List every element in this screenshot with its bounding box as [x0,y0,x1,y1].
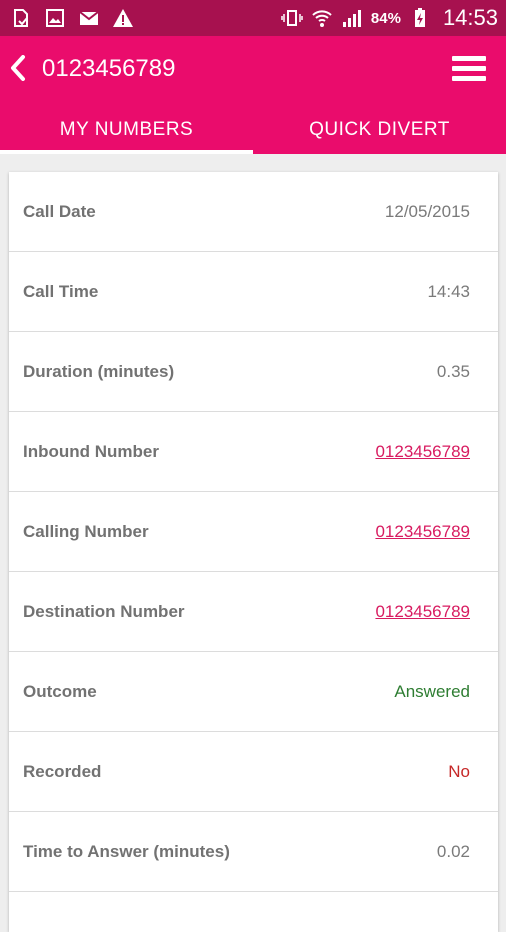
detail-row-destination-number: Destination Number 0123456789 [9,572,498,652]
time-to-answer-label: Time to Answer (minutes) [23,842,230,861]
call-time-label: Call Time [23,282,99,301]
battery-percentage: 84% [370,9,401,27]
recorded-label: Recorded [23,762,102,781]
menu-button[interactable] [452,52,486,84]
tab-quick-divert[interactable]: QUICK DIVERT [253,106,506,154]
time-to-answer-value: 0.02 [436,842,470,861]
sim-notification-icon [10,7,32,29]
system-icons: 84% 14:53 [281,0,498,36]
detail-row-inbound-number: Inbound Number 0123456789 [9,412,498,492]
detail-row-time-to-answer: Time to Answer (minutes) 0.02 [9,812,498,892]
outcome-label: Outcome [23,682,97,701]
hamburger-menu-icon [452,56,486,61]
active-tab-indicator [0,150,253,154]
call-details-card: Call Date 12/05/2015 Call Time 14:43 Dur… [9,172,498,932]
app-bar: 0123456789 MY NUMBERS QUICK DIVERT [0,36,506,154]
calling-number-link[interactable]: 0123456789 [375,492,470,572]
inbound-number-link[interactable]: 0123456789 [375,412,470,492]
detail-row-recorded: Recorded No [9,732,498,812]
wifi-icon [311,7,333,29]
detail-row-call-time: Call Time 14:43 [9,252,498,332]
status-bar: 84% 14:53 [0,0,506,36]
vibrate-icon [281,7,303,29]
chevron-left-icon [10,55,26,81]
destination-number-label: Destination Number [23,602,185,621]
outcome-value: Answered [394,682,470,701]
detail-row-calling-number: Calling Number 0123456789 [9,492,498,572]
duration-value: 0.35 [436,362,470,381]
call-time-value: 14:43 [427,282,470,301]
call-date-value: 12/05/2015 [384,202,470,221]
clock: 14:53 [442,5,498,30]
tab-my-numbers[interactable]: MY NUMBERS [0,106,253,154]
detail-row-call-date: Call Date 12/05/2015 [9,172,498,252]
page-title: 0123456789 [42,55,176,82]
destination-number-link[interactable]: 0123456789 [375,572,470,652]
duration-label: Duration (minutes) [23,362,175,381]
detail-row-duration: Duration (minutes) 0.35 [9,332,498,412]
back-button[interactable] [4,50,32,86]
tab-bar: MY NUMBERS QUICK DIVERT [0,106,506,154]
call-date-label: Call Date [23,202,96,221]
calling-number-label: Calling Number [23,522,149,541]
warning-icon [112,7,134,29]
mail-icon [78,7,100,29]
signal-icon [341,7,363,29]
battery-charging-icon [409,7,431,29]
detail-row-outcome: Outcome Answered [9,652,498,732]
notification-icons [10,7,134,29]
image-notification-icon [44,7,66,29]
recorded-value: No [448,762,470,781]
inbound-number-label: Inbound Number [23,442,159,461]
